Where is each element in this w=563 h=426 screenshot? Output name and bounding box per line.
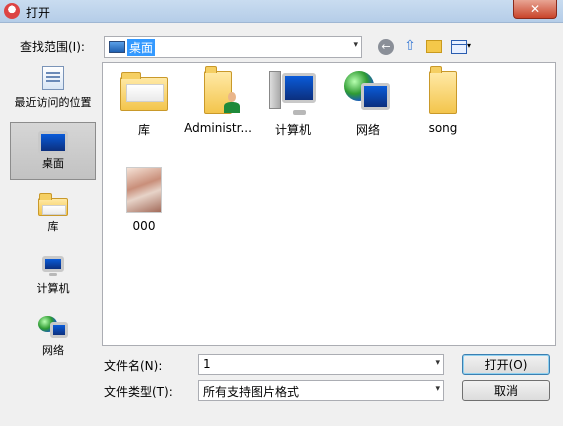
window-title: 打开 xyxy=(26,6,51,20)
file-label: song xyxy=(428,121,458,135)
image-thumbnail-icon xyxy=(120,167,168,215)
place-computer[interactable]: 计算机 xyxy=(10,248,96,306)
filetype-value: 所有支持图片格式 xyxy=(203,385,300,399)
view-icon xyxy=(450,40,467,54)
computer-icon xyxy=(38,252,68,278)
place-network[interactable]: 网络 xyxy=(10,310,96,368)
app-icon xyxy=(4,3,20,19)
file-item-network[interactable]: 网络 xyxy=(333,65,403,145)
file-list[interactable]: 库 Administr... 计算机 网络 song 000 xyxy=(102,62,556,346)
cancel-button[interactable]: 取消 xyxy=(462,380,550,401)
new-folder-button[interactable] xyxy=(424,36,444,56)
folder-icon xyxy=(419,65,467,117)
filename-input[interactable]: 1 ▾ xyxy=(198,354,444,375)
user-folder-icon xyxy=(194,65,242,117)
file-label: 000 xyxy=(132,219,156,233)
file-item-computer[interactable]: 计算机 xyxy=(258,65,328,145)
lookin-label: 查找范围(I): xyxy=(20,40,85,54)
chevron-down-icon[interactable]: ▾ xyxy=(435,358,440,368)
lookin-value: 桌面 xyxy=(127,39,156,56)
filename-value: 1 xyxy=(203,357,211,371)
file-label: Administr... xyxy=(184,121,252,135)
place-libraries[interactable]: 库 xyxy=(10,186,96,244)
place-desktop[interactable]: 桌面 xyxy=(10,122,96,180)
file-item-000[interactable]: 000 xyxy=(109,163,179,243)
place-label: 库 xyxy=(47,220,59,233)
network-icon xyxy=(344,69,392,117)
libraries-folder-icon xyxy=(120,69,168,117)
file-label: 库 xyxy=(137,123,150,137)
back-arrow-icon: ← xyxy=(378,39,394,55)
computer-icon xyxy=(269,69,317,117)
place-recent[interactable]: 最近访问的位置 xyxy=(10,62,96,120)
filetype-label: 文件类型(T): xyxy=(104,385,173,399)
view-menu-button[interactable]: ▾ xyxy=(448,36,474,56)
back-button[interactable]: ← xyxy=(376,36,396,56)
network-icon xyxy=(38,314,68,340)
chevron-down-icon: ▾ xyxy=(466,41,471,50)
title-bar: 打开 ✕ xyxy=(0,0,563,23)
filename-label: 文件名(N): xyxy=(104,359,163,373)
place-label: 网络 xyxy=(42,344,64,357)
libraries-icon xyxy=(38,190,68,217)
desktop-icon xyxy=(109,41,125,53)
places-bar: 最近访问的位置 桌面 库 计算机 网络 xyxy=(8,62,98,372)
file-label: 网络 xyxy=(355,123,380,137)
place-label: 桌面 xyxy=(42,157,64,170)
file-item-libraries[interactable]: 库 xyxy=(109,65,179,145)
open-button[interactable]: 打开(O) xyxy=(462,354,550,375)
up-folder-button[interactable]: ⇧ xyxy=(400,36,420,56)
recent-places-icon xyxy=(38,66,68,92)
filetype-dropdown[interactable]: 所有支持图片格式 ▾ xyxy=(198,380,444,401)
close-button[interactable]: ✕ xyxy=(513,0,557,19)
new-folder-icon xyxy=(426,40,442,53)
chevron-down-icon[interactable]: ▾ xyxy=(353,40,358,50)
file-item-song[interactable]: song xyxy=(408,65,478,145)
file-label: 计算机 xyxy=(274,123,311,137)
desktop-icon xyxy=(38,127,68,155)
place-label: 计算机 xyxy=(36,282,70,295)
place-label: 最近访问的位置 xyxy=(14,96,92,109)
chevron-down-icon[interactable]: ▾ xyxy=(435,384,440,394)
lookin-dropdown[interactable]: 桌面 ▾ xyxy=(104,36,362,58)
file-item-administrator[interactable]: Administr... xyxy=(183,65,253,145)
